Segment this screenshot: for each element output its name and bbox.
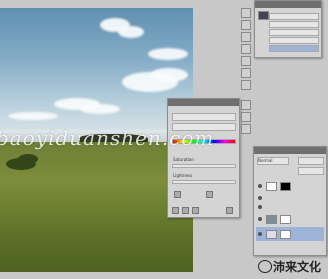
- lightness-label: Lightness: [173, 173, 193, 178]
- visibility-icon[interactable]: [258, 205, 262, 209]
- layer-mask-thumbnail: [280, 230, 291, 239]
- tool-icon[interactable]: [241, 56, 251, 66]
- watermark-text: baoyiduanshen.com: [0, 126, 215, 150]
- history-item-selected[interactable]: [269, 45, 319, 52]
- cloud: [8, 112, 58, 120]
- panel-button[interactable]: [192, 207, 199, 214]
- wechat-icon: [258, 260, 272, 273]
- tool-icon[interactable]: [241, 100, 251, 110]
- layer-mask-thumbnail: [280, 215, 291, 224]
- visibility-icon[interactable]: [258, 217, 262, 221]
- panel-button[interactable]: [226, 207, 233, 214]
- layer-row[interactable]: [256, 179, 324, 193]
- layer-thumbnail: [266, 182, 277, 191]
- logo-text: 沛来文化: [273, 260, 322, 274]
- visibility-icon[interactable]: [258, 184, 262, 188]
- layer-row-selected[interactable]: [256, 227, 324, 241]
- tool-icon[interactable]: [241, 68, 251, 78]
- layer-thumbnail: [266, 230, 277, 239]
- visibility-icon[interactable]: [258, 196, 262, 200]
- layer-row[interactable]: [256, 194, 324, 202]
- panel-title: [254, 147, 326, 154]
- layer-row[interactable]: [256, 212, 324, 226]
- tool-icon[interactable]: [241, 20, 251, 30]
- history-item[interactable]: [269, 13, 319, 20]
- panel-title: [168, 99, 239, 106]
- visibility-icon[interactable]: [258, 232, 262, 236]
- lightness-slider[interactable]: [172, 180, 236, 184]
- panel-icon-column: [240, 4, 252, 144]
- cloud: [148, 48, 188, 60]
- bush: [18, 154, 38, 164]
- panel-button[interactable]: [172, 207, 179, 214]
- cloud: [150, 68, 188, 82]
- layers-panel: Normal: [253, 146, 327, 256]
- opacity-field[interactable]: [298, 157, 324, 165]
- photoshop-workspace: Saturation Lightness Normal baoyiduanshe…: [0, 0, 328, 279]
- tool-icon[interactable]: [241, 44, 251, 54]
- layer-mask-thumbnail: [280, 182, 291, 191]
- history-panel: [254, 0, 322, 58]
- history-item[interactable]: [269, 21, 319, 28]
- saturation-label: Saturation: [173, 157, 194, 162]
- cloud: [118, 26, 144, 38]
- history-item[interactable]: [269, 29, 319, 36]
- preset-select[interactable]: [172, 113, 236, 121]
- colorize-checkbox[interactable]: [174, 191, 181, 198]
- history-item[interactable]: [269, 37, 319, 44]
- fill-field[interactable]: [298, 167, 324, 175]
- panel-button[interactable]: [182, 207, 189, 214]
- history-thumbnail: [258, 11, 269, 20]
- adjustments-panel: Saturation Lightness: [167, 98, 240, 218]
- cloud: [80, 104, 120, 114]
- saturation-slider[interactable]: [172, 164, 236, 168]
- tool-icon[interactable]: [241, 80, 251, 90]
- blend-mode-select[interactable]: Normal: [257, 157, 289, 165]
- layer-thumbnail: [266, 215, 277, 224]
- panel-title: [255, 1, 321, 8]
- tool-icon[interactable]: [241, 112, 251, 122]
- layer-row[interactable]: [256, 203, 324, 211]
- preview-checkbox[interactable]: [206, 191, 213, 198]
- tool-icon[interactable]: [241, 32, 251, 42]
- tool-icon[interactable]: [241, 8, 251, 18]
- tool-icon[interactable]: [241, 124, 251, 134]
- brand-logo: 沛来文化: [258, 257, 324, 275]
